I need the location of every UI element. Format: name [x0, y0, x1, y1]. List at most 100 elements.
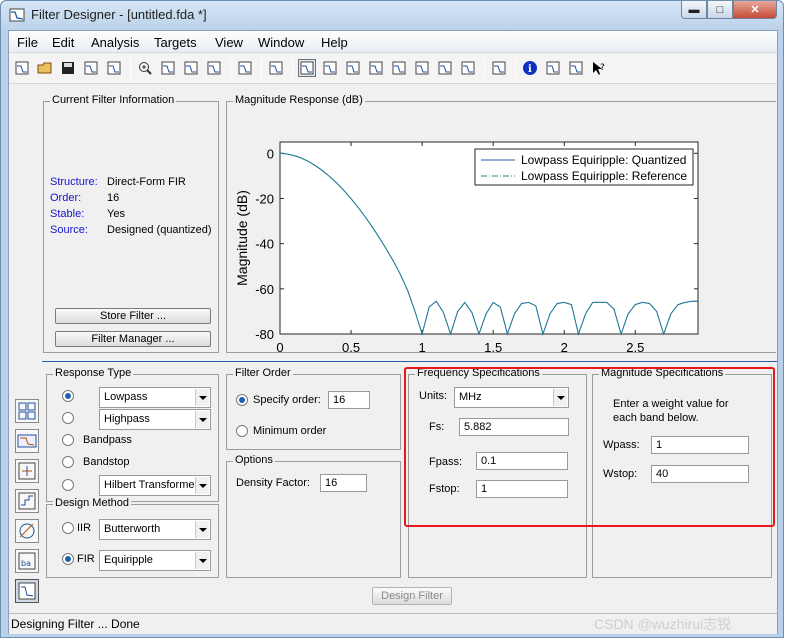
y-tick-label: -40: [255, 237, 274, 252]
menu-targets[interactable]: Targets: [154, 35, 197, 50]
side-design-filter-button[interactable]: [15, 399, 39, 423]
print-button[interactable]: [82, 59, 100, 77]
pole-zero-button[interactable]: [459, 59, 477, 77]
svg-text:?: ?: [600, 63, 605, 73]
minimize-button[interactable]: ▬: [681, 1, 707, 19]
density-factor-input[interactable]: 16: [320, 474, 367, 492]
store-filter-button[interactable]: Store Filter ...: [55, 308, 211, 324]
filter-manager-button[interactable]: Filter Manager ...: [55, 331, 211, 347]
step-response-icon: [438, 61, 452, 75]
side-import-filter-button[interactable]: ba: [15, 549, 39, 573]
toolbar-separator: [230, 59, 231, 79]
whats-this-icon: ?: [593, 62, 605, 75]
save-button[interactable]: [59, 59, 77, 77]
other-response-select-value: Hilbert Transformer: [104, 479, 199, 491]
current-filter-panel: Current Filter Information Structure: Di…: [43, 94, 219, 353]
app-icon: [9, 8, 25, 22]
density-factor-label: Density Factor:: [236, 477, 310, 489]
open-button[interactable]: [36, 59, 54, 77]
whats-this-button[interactable]: ?: [590, 59, 608, 77]
title-bar[interactable]: Filter Designer - [untitled.fda *] ▬ □ ✕: [1, 1, 783, 29]
filter-spec-button[interactable]: [267, 59, 285, 77]
group-delay-icon: [369, 61, 383, 75]
lowpass-radio[interactable]: [62, 390, 74, 402]
bandstop-radio[interactable]: [62, 456, 74, 468]
source-label: Source:: [50, 224, 88, 236]
magnitude-response-chart[interactable]: 00.511.522.50-20-40-60-80Frequency (MHz)…: [227, 102, 772, 352]
iir-radio[interactable]: [62, 522, 74, 534]
highlight-box: [404, 367, 775, 527]
options-panel: Options Density Factor: 16: [226, 454, 401, 578]
fir-radio[interactable]: [62, 553, 74, 565]
y-tick-label: -20: [255, 191, 274, 206]
new-figure-button[interactable]: [236, 59, 254, 77]
highpass-select-value: Highpass: [104, 413, 150, 425]
side-filter-spec-button[interactable]: [15, 579, 39, 603]
quantize-icon: [18, 492, 36, 510]
group-delay-button[interactable]: [367, 59, 385, 77]
new-icon: [15, 61, 29, 75]
print-icon: [84, 61, 98, 75]
lowpass-select-value: Lowpass: [104, 391, 148, 403]
side-quantize-button[interactable]: [15, 489, 39, 513]
full-view-button[interactable]: [205, 59, 223, 77]
design-method-panel: Design Method IIR Butterworth FIR Equiri…: [46, 497, 219, 578]
other-response-radio[interactable]: [62, 479, 74, 491]
iir-label: IIR: [77, 522, 92, 534]
impulse-response-button[interactable]: [413, 59, 431, 77]
print-preview-button[interactable]: [105, 59, 123, 77]
highpass-select[interactable]: Highpass: [99, 409, 211, 430]
side-realize-model-button[interactable]: [15, 459, 39, 483]
menu-edit[interactable]: Edit: [52, 35, 74, 50]
zoom-in-button[interactable]: [136, 59, 154, 77]
mag-phase-button[interactable]: [344, 59, 362, 77]
side-pole-zero-editor-button[interactable]: [15, 519, 39, 543]
new-button[interactable]: [13, 59, 31, 77]
magnitude-estimate-button[interactable]: [544, 59, 562, 77]
close-button[interactable]: ✕: [733, 1, 777, 19]
full-view-icon: [207, 61, 221, 75]
design-filter-button[interactable]: Design Filter: [372, 587, 452, 605]
fir-label: FIR: [77, 553, 95, 565]
window-title: Filter Designer - [untitled.fda *]: [31, 7, 207, 22]
step-response-button[interactable]: [436, 59, 454, 77]
round-off-noise-button[interactable]: [567, 59, 585, 77]
phase-response-button[interactable]: [321, 59, 339, 77]
menu-analysis[interactable]: Analysis: [91, 35, 139, 50]
maximize-button[interactable]: □: [707, 1, 733, 19]
magnitude-estimate-icon: [546, 61, 560, 75]
menu-view[interactable]: View: [215, 35, 243, 50]
magnitude-response-button[interactable]: [298, 59, 316, 77]
pole-zero-icon: [461, 61, 475, 75]
zoom-y-button[interactable]: [182, 59, 200, 77]
transform-icon: [17, 434, 37, 448]
stable-value: Yes: [107, 208, 125, 220]
menu-file[interactable]: File: [17, 35, 38, 50]
open-icon: [37, 62, 52, 74]
x-tick-label: 2: [561, 340, 568, 352]
minimum-order-radio[interactable]: [236, 425, 248, 437]
menu-help[interactable]: Help: [321, 35, 348, 50]
coefficients-button[interactable]: [490, 59, 508, 77]
side-transform-button[interactable]: [15, 429, 39, 453]
info-button[interactable]: i: [521, 59, 539, 77]
impulse-response-icon: [415, 61, 429, 75]
stable-label: Stable:: [50, 208, 85, 220]
structure-value: Direct-Form FIR: [107, 176, 186, 188]
filter-order-panel: Filter Order Specify order: 16 Minimum o…: [226, 367, 401, 450]
bandpass-radio[interactable]: [62, 434, 74, 446]
x-tick-label: 0.5: [342, 340, 360, 352]
toolbar-separator: [515, 59, 516, 79]
design-filter-icon: [18, 402, 36, 420]
specify-order-radio[interactable]: [236, 394, 248, 406]
iir-method-select[interactable]: Butterworth: [99, 519, 211, 540]
y-axis-label: Magnitude (dB): [234, 190, 250, 286]
phase-delay-button[interactable]: [390, 59, 408, 77]
other-response-select[interactable]: Hilbert Transformer: [99, 475, 211, 496]
lowpass-select[interactable]: Lowpass: [99, 387, 211, 408]
menu-window[interactable]: Window: [258, 35, 304, 50]
fir-method-select[interactable]: Equiripple: [99, 550, 211, 571]
zoom-x-button[interactable]: [159, 59, 177, 77]
order-input[interactable]: 16: [328, 391, 370, 409]
highpass-radio[interactable]: [62, 412, 74, 424]
